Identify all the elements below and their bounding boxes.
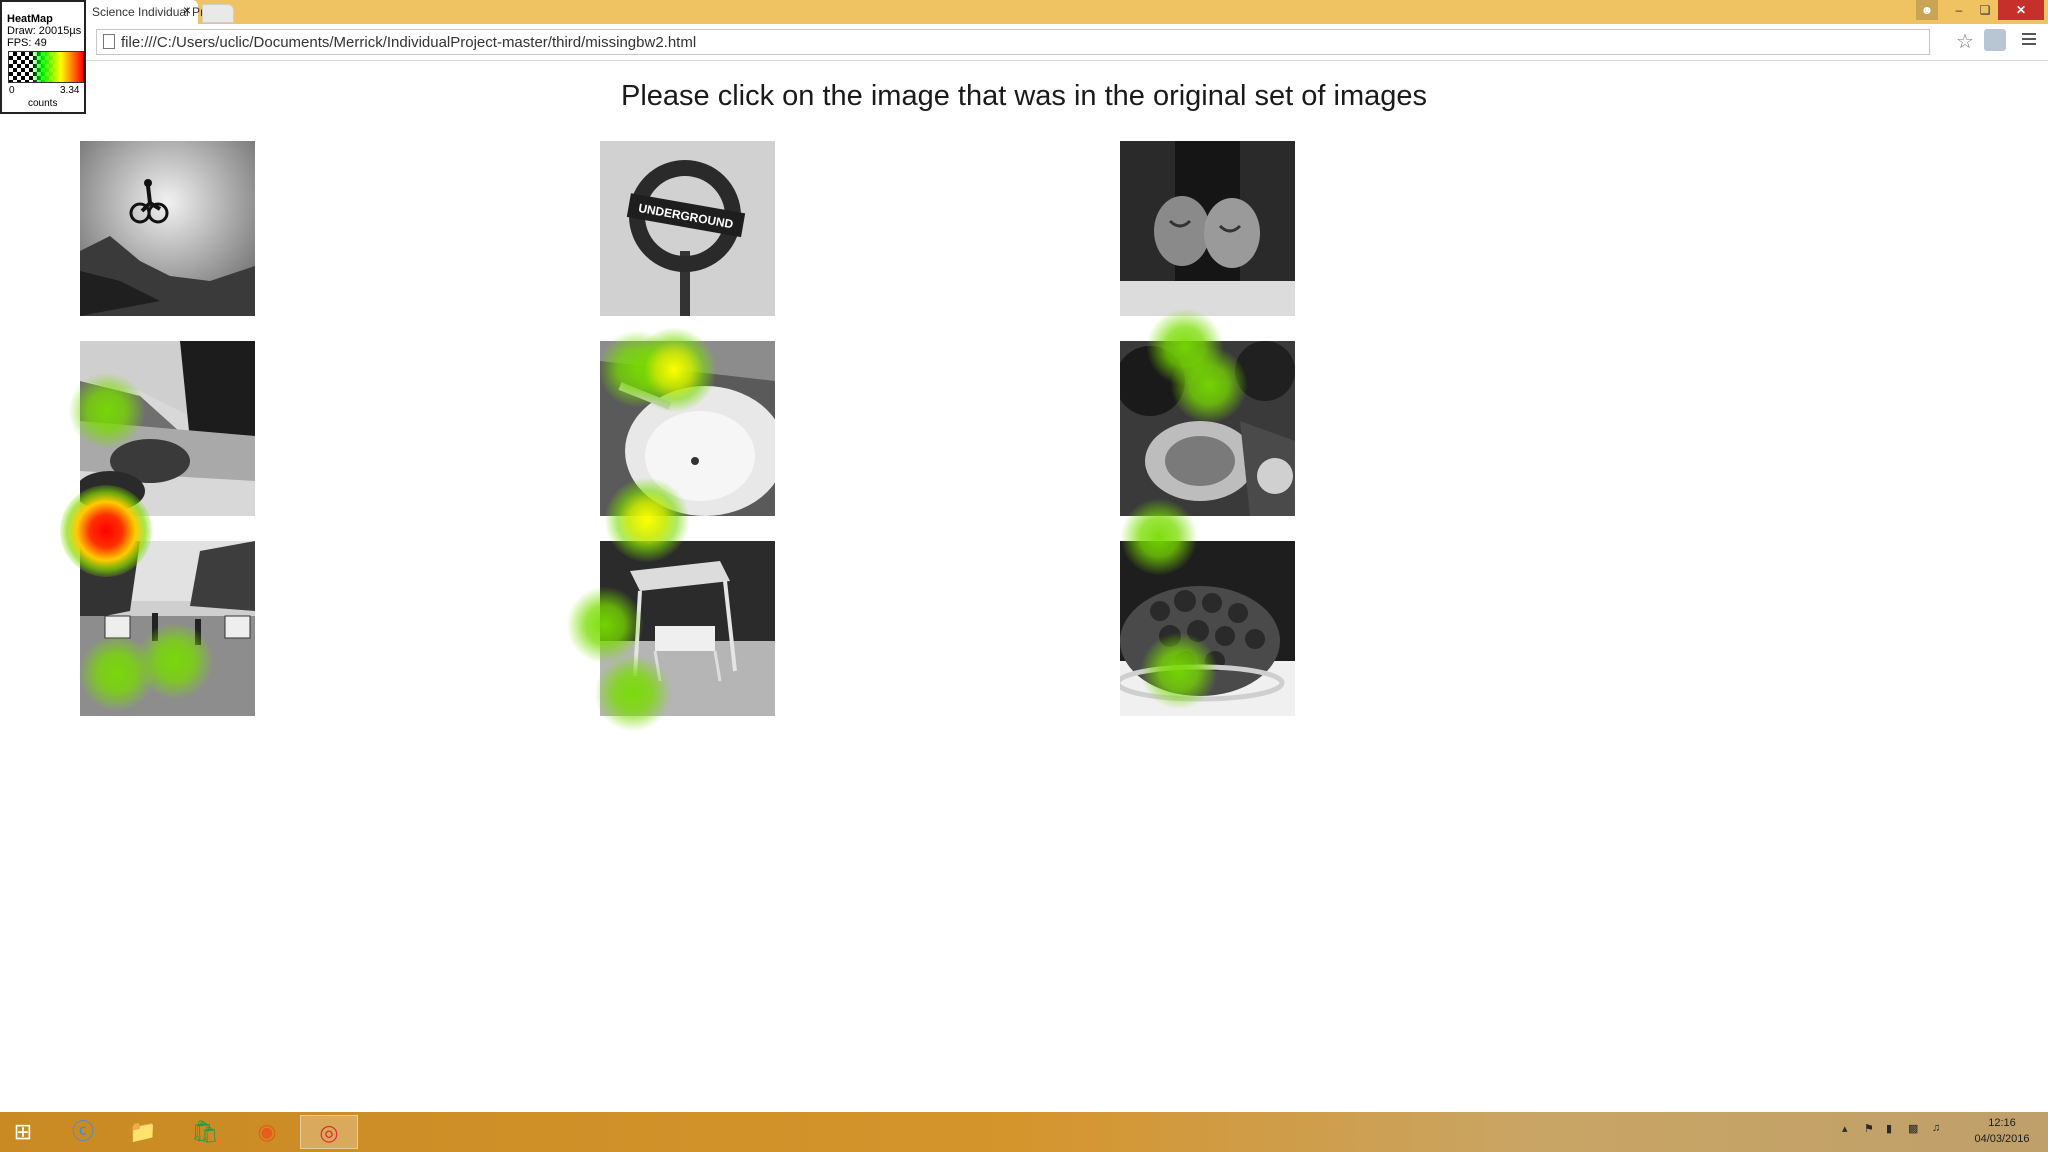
window-close-icon[interactable]: ✕	[1998, 0, 2044, 20]
address-bar[interactable]: file:///C:/Users/uclic/Documents/Merrick…	[96, 29, 1930, 55]
network-icon[interactable]: ▩	[1908, 1122, 1918, 1135]
volume-icon[interactable]: ♫	[1932, 1122, 1940, 1134]
browser-toolbar: file:///C:/Users/uclic/Documents/Merrick…	[0, 24, 2048, 61]
image-golf-carts[interactable]	[80, 541, 255, 716]
image-tattooed-hands[interactable]	[1120, 141, 1295, 316]
start-button[interactable]: ⊞	[0, 1115, 46, 1149]
menu-icon[interactable]	[2022, 30, 2036, 48]
image-underground-sign[interactable]: UNDERGROUND	[600, 141, 775, 316]
action-center-flag-icon[interactable]: ⚑	[1864, 1122, 1874, 1135]
browser-tab[interactable]: Science Individual Project	[70, 0, 229, 24]
image-sink-basin[interactable]	[600, 341, 775, 516]
heatmap-title: HeatMap	[7, 13, 53, 25]
browser-title-bar: Science Individual Project × ☻ – ❏ ✕	[0, 0, 2048, 24]
clock-date[interactable]: 04/03/2016	[1970, 1133, 2034, 1145]
image-strawberries[interactable]	[1120, 541, 1295, 716]
tab-close-icon[interactable]: ×	[180, 3, 194, 17]
extension-icon[interactable]	[1984, 29, 2006, 51]
new-tab-button[interactable]	[202, 4, 234, 23]
minimize-icon[interactable]: –	[1946, 0, 1972, 20]
restore-icon[interactable]: ❏	[1972, 0, 1998, 20]
heatmap-fps: FPS: 49	[7, 37, 47, 49]
image-bmx-jump[interactable]	[80, 141, 255, 316]
image-porch-swing[interactable]	[600, 541, 775, 716]
heatmap-scale-min: 0	[9, 85, 15, 96]
show-hidden-icons[interactable]: ▴	[1842, 1122, 1848, 1135]
url-text: file:///C:/Users/uclic/Documents/Merrick…	[121, 34, 697, 51]
file-explorer-icon[interactable]: 📁	[118, 1115, 168, 1149]
page-icon	[103, 34, 115, 49]
internet-explorer-icon[interactable]: ⓒ	[58, 1115, 108, 1149]
store-icon[interactable]: 🛍	[180, 1115, 230, 1149]
heatmap-legend: HeatMap Draw: 20015µs FPS: 49 0 3.34 cou…	[0, 0, 86, 114]
power-icon[interactable]: ▮	[1886, 1122, 1892, 1135]
image-band-tuba[interactable]	[1120, 341, 1295, 516]
page-title: Please click on the image that was in th…	[621, 80, 1427, 112]
image-river-rocks[interactable]	[80, 341, 255, 516]
bookmark-star-icon[interactable]: ☆	[1956, 29, 1974, 54]
heatmap-scale-unit: counts	[28, 98, 58, 109]
heatmap-draw-time: Draw: 20015µs	[7, 25, 82, 37]
user-profile-icon[interactable]: ☻	[1916, 0, 1938, 20]
heatmap-gradient-scale	[8, 51, 84, 83]
heatmap-scale-max: 3.34	[60, 85, 80, 96]
clock-time[interactable]: 12:16	[1970, 1117, 2034, 1129]
chrome-icon[interactable]: ◎	[300, 1115, 358, 1149]
windows-taskbar: ⊞ ⓒ 📁 🛍 ◉ ◎ ▴ ⚑ ▮ ▩ ♫	[0, 1112, 2048, 1152]
firefox-icon[interactable]: ◉	[242, 1115, 292, 1149]
